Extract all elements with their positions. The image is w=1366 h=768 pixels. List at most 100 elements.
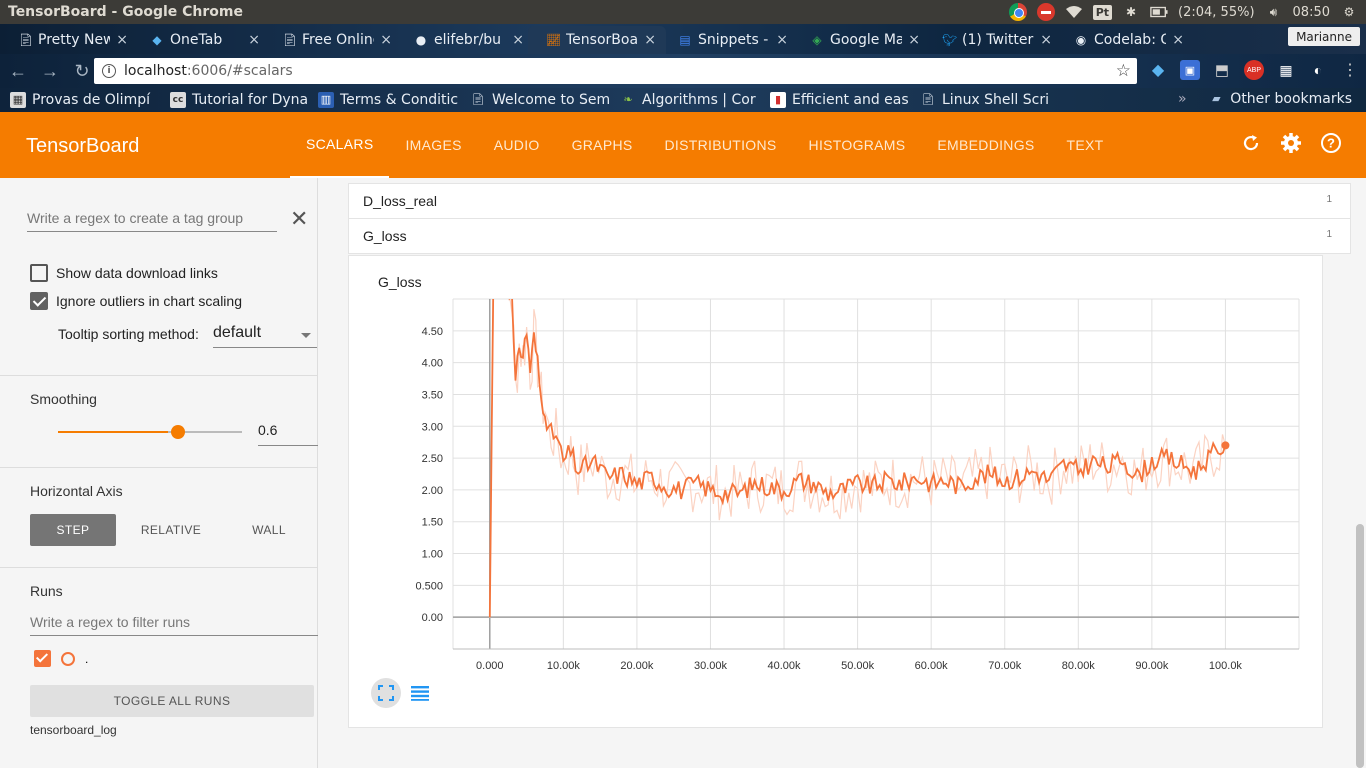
chrome-icon[interactable] (1008, 3, 1027, 21)
ignore-outliers-option[interactable]: Ignore outliers in chart scaling (30, 292, 242, 310)
bookmark[interactable]: 📄︎ Welcome to Sem (460, 92, 610, 108)
other-bookmarks[interactable]: ▰ Other bookmarks (1208, 91, 1352, 107)
profile-button[interactable]: Marianne (1288, 27, 1360, 46)
tab-images[interactable]: IMAGES (389, 112, 477, 178)
y-tick-label: 4.50 (422, 326, 443, 338)
bookmark[interactable]: 📄︎ Linux Shell Scrip (910, 92, 1050, 108)
clear-icon[interactable]: ✕ (290, 206, 308, 232)
wappalyzer-icon[interactable]: ▦ (1276, 60, 1296, 80)
help-icon[interactable]: ? (1320, 132, 1342, 154)
reload-icon[interactable]: ↻ (68, 61, 96, 82)
tooltip-sorting-label: Tooltip sorting method: (58, 326, 199, 342)
tag-group-d-loss-real[interactable]: D_loss_real 1 (348, 183, 1351, 219)
series-endpoint (1221, 441, 1230, 450)
browser-tab[interactable]: 📄︎ Free Online × (264, 26, 402, 54)
run-item[interactable]: . (34, 650, 88, 667)
onetab-extension-icon[interactable]: ◆ (1148, 60, 1168, 80)
maps-icon: ◈ (812, 33, 822, 47)
ignore-outliers-checkbox[interactable] (30, 292, 48, 310)
chart-card: G_loss 0.00 0.500 1.00 1.50 2.00 2.50 3.00 3.50… (348, 255, 1323, 728)
axis-wall-button[interactable]: WALL (226, 514, 312, 546)
more-bookmarks-icon[interactable]: » (1178, 91, 1187, 107)
tab-text[interactable]: TEXT (1051, 112, 1120, 178)
browser-tab-active[interactable]: 📈︎ TensorBoa × (528, 26, 666, 54)
slider-handle[interactable] (171, 425, 186, 439)
axis-relative-button[interactable]: RELATIVE (128, 514, 214, 546)
runs-filter-input[interactable]: Write a regex to filter runs (30, 614, 318, 636)
y-tick-label: 0.500 (415, 580, 443, 592)
browser-tab[interactable]: ◆ OneTab × (132, 26, 270, 54)
page-icon: 📄︎ (921, 93, 935, 106)
keyboard-layout-indicator[interactable]: Pt (1092, 4, 1113, 20)
scalar-chart[interactable]: 0.00 0.500 1.00 1.50 2.00 2.50 3.00 3.50 4.00 4.5… (349, 256, 1324, 729)
battery-icon[interactable] (1150, 3, 1168, 21)
close-icon[interactable]: × (248, 32, 260, 48)
scrollbar[interactable] (1356, 524, 1364, 768)
browser-tab[interactable]: ◉ Codelab: Q × (1056, 26, 1194, 54)
back-icon[interactable]: ← (4, 61, 32, 82)
bluetooth-icon[interactable]: ✱ (1122, 3, 1140, 21)
fullscreen-icon[interactable] (371, 678, 401, 708)
info-icon[interactable]: i (102, 64, 116, 78)
tag-group-g-loss[interactable]: G_loss 1 (348, 218, 1351, 254)
smoothing-value-input[interactable]: 0.6 (258, 422, 318, 446)
log-scale-toggle-icon[interactable] (405, 678, 435, 708)
address-bar[interactable]: i localhost:6006/#scalars ☆ (94, 58, 1137, 84)
x-tick-label: 0.000 (476, 660, 504, 672)
close-icon[interactable]: × (512, 32, 524, 48)
volume-icon[interactable]: 🔊︎ (1265, 3, 1283, 21)
y-tick-label: 1.50 (422, 517, 443, 529)
forward-icon[interactable]: → (36, 61, 64, 82)
browser-tab[interactable]: ◈ Google Ma × (792, 26, 930, 54)
browser-tab[interactable]: 🐦︎ (1) Twitter × (924, 26, 1062, 54)
run-checkbox[interactable] (34, 650, 51, 667)
tab-audio[interactable]: AUDIO (478, 112, 556, 178)
page-icon: 📄︎ (471, 93, 485, 106)
run-color-swatch (61, 651, 75, 666)
axis-step-button[interactable]: STEP (30, 514, 116, 546)
clock[interactable]: 08:50 (1293, 5, 1330, 20)
tab-graphs[interactable]: GRAPHS (556, 112, 649, 178)
os-top-bar: TensorBoard - Google Chrome Pt ✱ (2:04, … (0, 0, 1366, 24)
download-links-checkbox[interactable] (30, 264, 48, 282)
refresh-icon[interactable] (1240, 132, 1262, 154)
toggle-all-runs-button[interactable]: TOGGLE ALL RUNS (30, 685, 314, 717)
adblock-icon[interactable]: ABP (1244, 60, 1264, 80)
url-path: :6006/#scalars (186, 63, 293, 79)
star-icon[interactable]: ☆ (1116, 61, 1131, 81)
chrome-menu-icon[interactable]: ⋮ (1340, 60, 1360, 80)
tooltip-sorting-select[interactable]: default (213, 324, 317, 348)
bookmark[interactable]: ▦ Provas de Olimpí (0, 92, 160, 108)
bookmark[interactable]: ▥ Terms & Conditic (308, 92, 460, 108)
tab-distributions[interactable]: DISTRIBUTIONS (649, 112, 793, 178)
close-icon[interactable]: × (1172, 32, 1184, 48)
smoothing-slider[interactable] (58, 425, 242, 439)
close-icon[interactable]: × (908, 32, 920, 48)
tab-embeddings[interactable]: EMBEDDINGS (921, 112, 1050, 178)
tag-group-regex-input[interactable]: Write a regex to create a tag group (27, 208, 277, 232)
browser-tab[interactable]: ● elifebr/bu × (396, 26, 534, 54)
close-icon[interactable]: × (380, 32, 392, 48)
page-icon: 📄︎ (18, 33, 34, 47)
circle-extension-icon[interactable]: ◐ (1308, 60, 1328, 80)
browser-tab[interactable]: ▤ Snippets - × (660, 26, 798, 54)
x-tick-label: 40.00k (768, 660, 802, 672)
download-links-option[interactable]: Show data download links (30, 264, 218, 282)
close-icon[interactable]: × (644, 32, 656, 48)
x-tick-label: 60.00k (915, 660, 949, 672)
bookmark[interactable]: ▮ Efficient and eas (760, 92, 910, 108)
close-icon[interactable]: × (776, 32, 788, 48)
location-extension-icon[interactable]: ⬒ (1212, 60, 1232, 80)
wifi-icon[interactable] (1065, 3, 1083, 21)
screen-extension-icon[interactable]: ▣ (1180, 60, 1200, 80)
browser-tab[interactable]: 📄︎Pretty New Ta× (0, 26, 138, 54)
close-icon[interactable]: × (116, 32, 128, 48)
close-icon[interactable]: × (1040, 32, 1052, 48)
tab-histograms[interactable]: HISTOGRAMS (793, 112, 922, 178)
gear-icon[interactable]: ⚙ (1340, 3, 1358, 21)
settings-icon[interactable] (1280, 132, 1302, 154)
do-not-disturb-icon[interactable] (1036, 3, 1055, 21)
bookmark[interactable]: ❧ Algorithms | Cor (610, 92, 760, 108)
bookmark[interactable]: cc Tutorial for Dyna (160, 92, 308, 108)
tab-scalars[interactable]: SCALARS (290, 112, 390, 178)
